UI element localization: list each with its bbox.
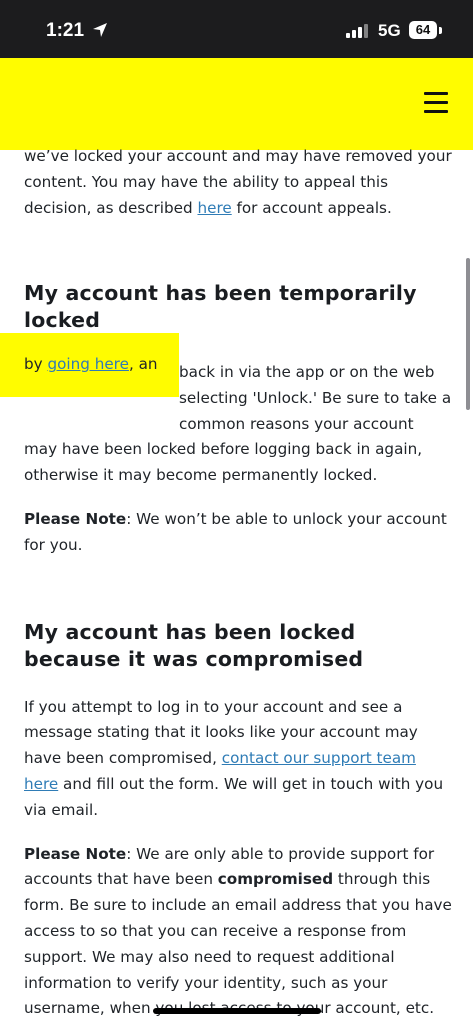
section-heading-temporarily-locked: My account has been temporarily locked: [24, 281, 417, 332]
intro-paragraph: we’ve locked your account and may have r…: [24, 147, 452, 217]
temp-rest: may have been locked before logging back…: [24, 440, 423, 485]
section-heading-compromised: My account has been locked because it wa…: [24, 619, 364, 671]
site-header: [0, 58, 473, 150]
hamburger-menu-icon[interactable]: [420, 90, 452, 116]
compromised-paragraph: If you attempt to log in to your account…: [24, 697, 444, 819]
compromised-note: Please Note: We are only able to provide…: [24, 844, 452, 1018]
cellular-signal-icon: [346, 24, 372, 38]
temp-line-3: common reasons your account: [179, 414, 414, 433]
going-here-link[interactable]: going here: [47, 355, 128, 373]
scrollbar[interactable]: [466, 258, 470, 410]
battery-icon: 64: [409, 21, 437, 39]
network-type: 5G: [378, 21, 401, 40]
home-indicator[interactable]: [153, 1008, 321, 1014]
temp-note: Please Note: We won’t be able to unlock …: [24, 509, 447, 554]
appeals-link[interactable]: here: [197, 199, 231, 217]
status-bar: 1:21 5G 64: [0, 0, 473, 58]
location-arrow-icon: [93, 23, 107, 37]
article-content: we’ve locked your account and may have r…: [24, 144, 454, 1022]
redacted-fragment: by going here, an: [24, 355, 158, 373]
status-time: 1:21: [46, 20, 85, 41]
battery-tip: [439, 27, 442, 34]
